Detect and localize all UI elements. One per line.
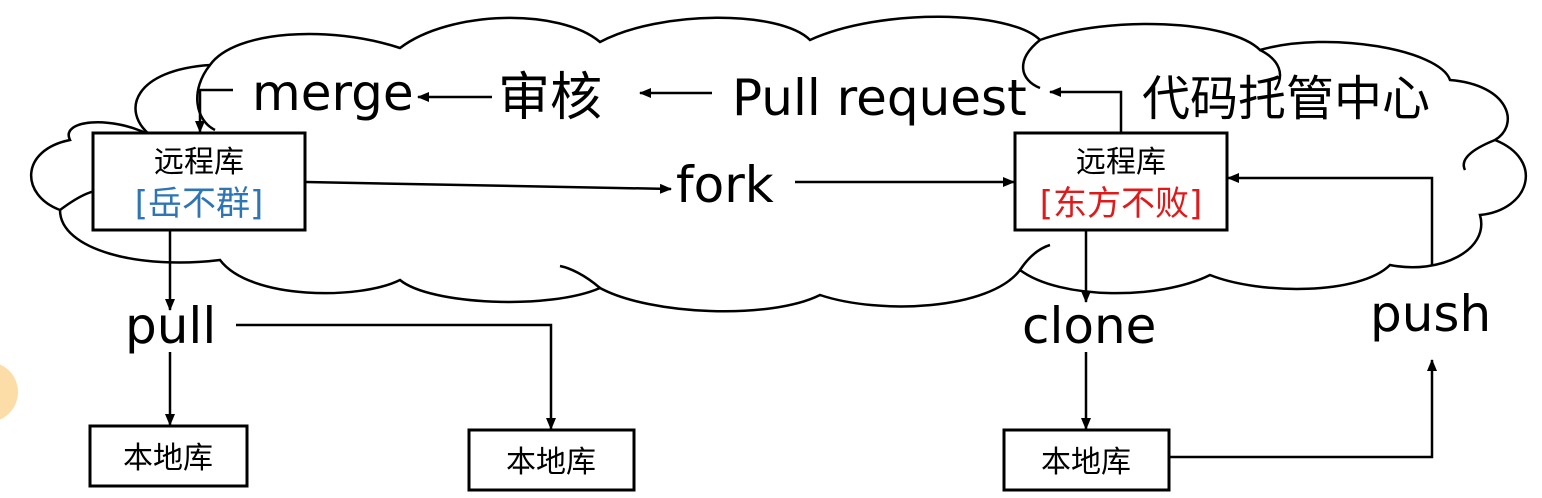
local-repo-1: 本地库 [88, 424, 249, 488]
accent-circle [0, 364, 18, 420]
clone-label: clone [1022, 297, 1156, 355]
pull-to-local2-arrow [236, 323, 556, 430]
merge-label: merge [252, 64, 414, 122]
local-repo-3: 本地库 [1002, 428, 1171, 492]
pull-request-label: Pull request [732, 69, 1027, 127]
local-repo-2-label: 本地库 [506, 445, 596, 480]
review-label: 审核 [498, 68, 602, 128]
remote-repo-left: 远程库 [岳不群] [91, 131, 307, 232]
git-collaboration-diagram: 代码托管中心 merge 审核 Pull request 远程库 [岳不群] 远… [0, 15, 1527, 492]
remote-right-title: 远程库 [1076, 145, 1166, 180]
fork-label: fork [676, 156, 774, 214]
local-repo-1-label: 本地库 [123, 441, 213, 476]
push-label: push [1370, 285, 1491, 343]
local-repo-2: 本地库 [467, 428, 636, 492]
remote-right-owner: [东方不败] [1040, 184, 1203, 224]
remote-left-title: 远程库 [154, 145, 244, 180]
remote-repo-right: 远程库 [东方不败] [1013, 131, 1229, 232]
local3-to-push-arrow [1170, 359, 1437, 459]
local-repo-3-label: 本地库 [1041, 445, 1131, 480]
remote-left-owner: [岳不群] [135, 184, 264, 224]
cloud-label: 代码托管中心 [1142, 71, 1430, 127]
